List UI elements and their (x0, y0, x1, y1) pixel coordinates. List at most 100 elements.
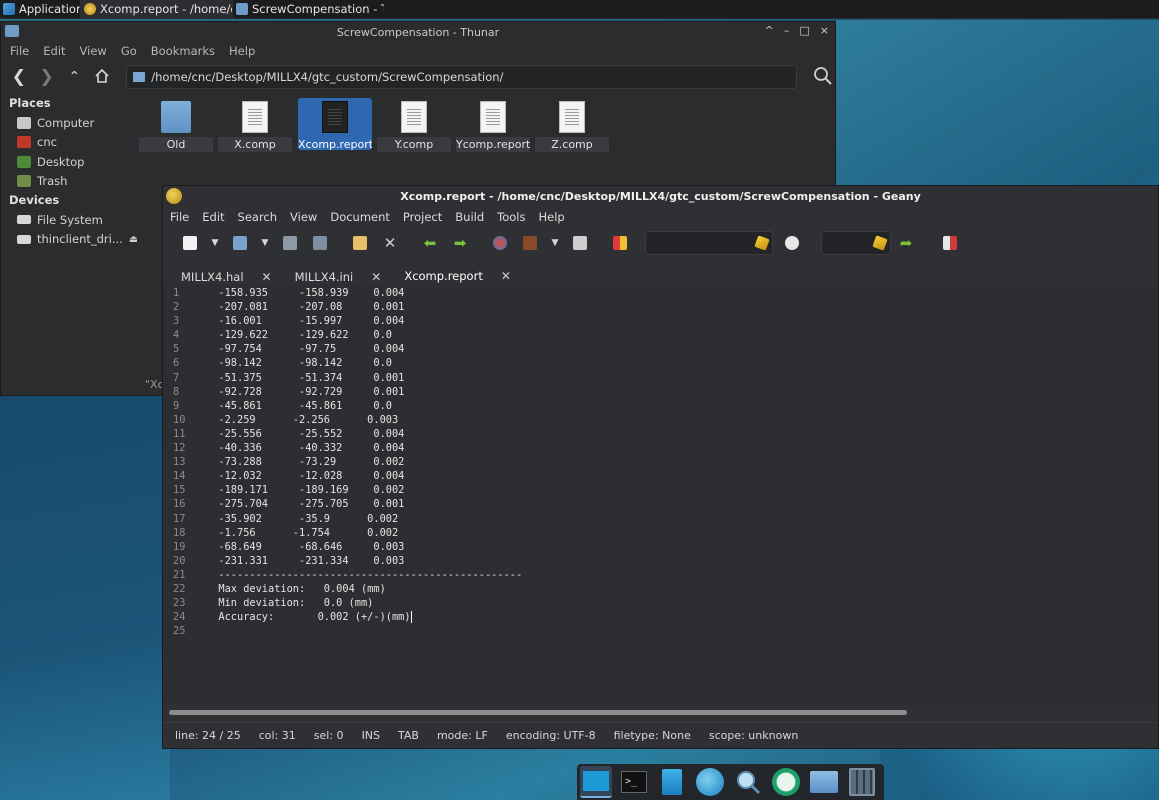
reload-icon[interactable] (345, 231, 375, 255)
quit-icon[interactable] (935, 231, 965, 255)
taskbar-item-thunar[interactable]: ScrewCompensation - T... (232, 0, 384, 19)
editor-area[interactable]: 1 2 3 4 5 6 7 8 9 10 11 12 13 14 15 16 17 18 19 20 21 22 23 24 2… (163, 284, 1158, 704)
code-line[interactable]: -129.622 -129.622 0.0 (206, 328, 1158, 342)
applications-menu[interactable]: Applications ⋮ (0, 0, 80, 19)
open-file-dropdown-icon[interactable]: ▼ (255, 231, 275, 255)
search-icon[interactable] (813, 66, 835, 88)
folder-icon[interactable] (808, 766, 840, 798)
menu-edit[interactable]: Edit (43, 44, 65, 58)
home-icon[interactable] (94, 68, 110, 86)
code-line[interactable]: -45.861 -45.861 0.0 (206, 399, 1158, 413)
color-chooser-icon[interactable] (605, 231, 635, 255)
code-line[interactable] (206, 624, 1158, 638)
save-icon[interactable] (275, 231, 305, 255)
menu-edit[interactable]: Edit (202, 210, 224, 224)
app-finder-icon[interactable] (732, 766, 764, 798)
file-item-ycomp-report[interactable]: Ycomp.report (456, 98, 530, 152)
code-line[interactable]: Max deviation: 0.004 (mm) (206, 582, 1158, 596)
code-line[interactable]: -207.081 -207.08 0.001 (206, 300, 1158, 314)
menu-help[interactable]: Help (539, 210, 565, 224)
new-file-dropdown-icon[interactable]: ▼ (205, 231, 225, 255)
file-manager-icon[interactable] (656, 766, 688, 798)
web-browser-icon[interactable] (694, 766, 726, 798)
code-line[interactable]: -97.754 -97.75 0.004 (206, 342, 1158, 356)
file-item-old[interactable]: Old (139, 98, 213, 152)
code-line[interactable]: -51.375 -51.374 0.001 (206, 371, 1158, 385)
calculator-icon[interactable] (846, 766, 878, 798)
code-line[interactable]: -35.902 -35.9 0.002 (206, 512, 1158, 526)
menu-view[interactable]: View (290, 210, 317, 224)
minimize-icon[interactable]: ^ (765, 24, 774, 37)
menu-file[interactable]: File (10, 44, 29, 58)
menu-file[interactable]: File (170, 210, 189, 224)
execute-icon[interactable] (565, 231, 595, 255)
file-item-xcomp-report[interactable]: Xcomp.report (298, 98, 372, 151)
code-line[interactable]: -12.032 -12.028 0.004 (206, 469, 1158, 483)
code-line[interactable]: -158.935 -158.939 0.004 (206, 286, 1158, 300)
sidebar-item-desktop[interactable]: Desktop (1, 152, 136, 172)
menu-tools[interactable]: Tools (497, 210, 525, 224)
sidebar-item-cnc[interactable]: cnc (1, 133, 136, 153)
menu-view[interactable]: View (80, 44, 107, 58)
new-file-icon[interactable] (175, 231, 205, 255)
file-item-zcomp[interactable]: Z.comp (535, 98, 609, 152)
code-text[interactable]: -158.935 -158.939 0.004 -207.081 -207.08… (206, 286, 1158, 638)
code-line[interactable]: -189.171 -189.169 0.002 (206, 483, 1158, 497)
location-bar[interactable]: /home/cnc/Desktop/MILLX4/gtc_custom/Scre… (126, 65, 798, 89)
build-dropdown-icon[interactable]: ▼ (545, 231, 565, 255)
sidebar-item-trash[interactable]: Trash (1, 172, 136, 192)
remote-desktop-icon[interactable] (770, 766, 802, 798)
taskbar-item-geany[interactable]: Xcomp.report - /home/c... (80, 0, 232, 19)
geany-titlebar[interactable]: Xcomp.report - /home/cnc/Desktop/MILLX4/… (163, 186, 1158, 207)
code-line[interactable]: -231.331 -231.334 0.003 (206, 554, 1158, 568)
code-line[interactable]: -25.556 -25.552 0.004 (206, 427, 1158, 441)
build-icon[interactable] (515, 231, 545, 255)
menu-help[interactable]: Help (229, 44, 255, 58)
maximize-icon[interactable]: □ (799, 24, 809, 37)
thunar-titlebar[interactable]: ScrewCompensation - Thunar ^ – □ × (1, 22, 835, 42)
navigate-back-icon[interactable]: ⬅ (415, 231, 445, 255)
menu-bookmarks[interactable]: Bookmarks (151, 44, 215, 58)
code-line[interactable]: -68.649 -68.646 0.003 (206, 540, 1158, 554)
save-all-icon[interactable] (305, 231, 335, 255)
code-line[interactable]: ----------------------------------------… (206, 568, 1158, 582)
sidebar-item-computer[interactable]: Computer (1, 113, 136, 133)
goto-line-icon[interactable]: ➦ (891, 231, 921, 255)
menu-build[interactable]: Build (455, 210, 484, 224)
close-tab-icon[interactable]: ✕ (262, 270, 272, 284)
code-line[interactable]: -1.756 -1.754 0.002 (206, 526, 1158, 540)
terminal-icon[interactable]: >_ (618, 766, 650, 798)
find-icon[interactable] (777, 231, 807, 255)
back-icon[interactable]: ❮ (11, 68, 27, 86)
menu-search[interactable]: Search (238, 210, 278, 224)
file-item-xcomp[interactable]: X.comp (218, 98, 292, 152)
menu-go[interactable]: Go (121, 44, 137, 58)
menu-project[interactable]: Project (403, 210, 442, 224)
code-line[interactable]: -73.288 -73.29 0.002 (206, 455, 1158, 469)
code-line[interactable]: Min deviation: 0.0 (mm) (206, 596, 1158, 610)
close-icon[interactable]: × (820, 24, 829, 37)
close-icon[interactable]: ✕ (375, 231, 405, 255)
forward-icon[interactable]: ❯ (39, 68, 55, 86)
open-file-icon[interactable] (225, 231, 255, 255)
clear-icon[interactable] (872, 234, 888, 251)
navigate-forward-icon[interactable]: ➡ (445, 231, 475, 255)
menu-document[interactable]: Document (330, 210, 390, 224)
code-line[interactable]: Accuracy: 0.002 (+/-)(mm) (206, 610, 1158, 624)
close-tab-icon[interactable]: ✕ (501, 269, 511, 283)
scrollbar-thumb[interactable] (169, 710, 907, 715)
goto-line-input[interactable] (821, 230, 891, 255)
code-line[interactable]: -16.001 -15.997 0.004 (206, 314, 1158, 328)
close-tab-icon[interactable]: ✕ (371, 270, 381, 284)
code-line[interactable]: -92.728 -92.729 0.001 (206, 385, 1158, 399)
clear-icon[interactable] (754, 234, 770, 251)
code-line[interactable]: -98.142 -98.142 0.0 (206, 356, 1158, 370)
show-desktop-icon[interactable] (580, 766, 612, 798)
sidebar-item-filesystem[interactable]: File System (1, 210, 136, 230)
shade-icon[interactable]: – (784, 24, 790, 37)
code-line[interactable]: -275.704 -275.705 0.001 (206, 497, 1158, 511)
code-line[interactable]: -40.336 -40.332 0.004 (206, 441, 1158, 455)
file-item-ycomp[interactable]: Y.comp (377, 98, 451, 152)
code-line[interactable]: -2.259 -2.256 0.003 (206, 413, 1158, 427)
up-icon[interactable]: ⌃ (66, 68, 82, 86)
